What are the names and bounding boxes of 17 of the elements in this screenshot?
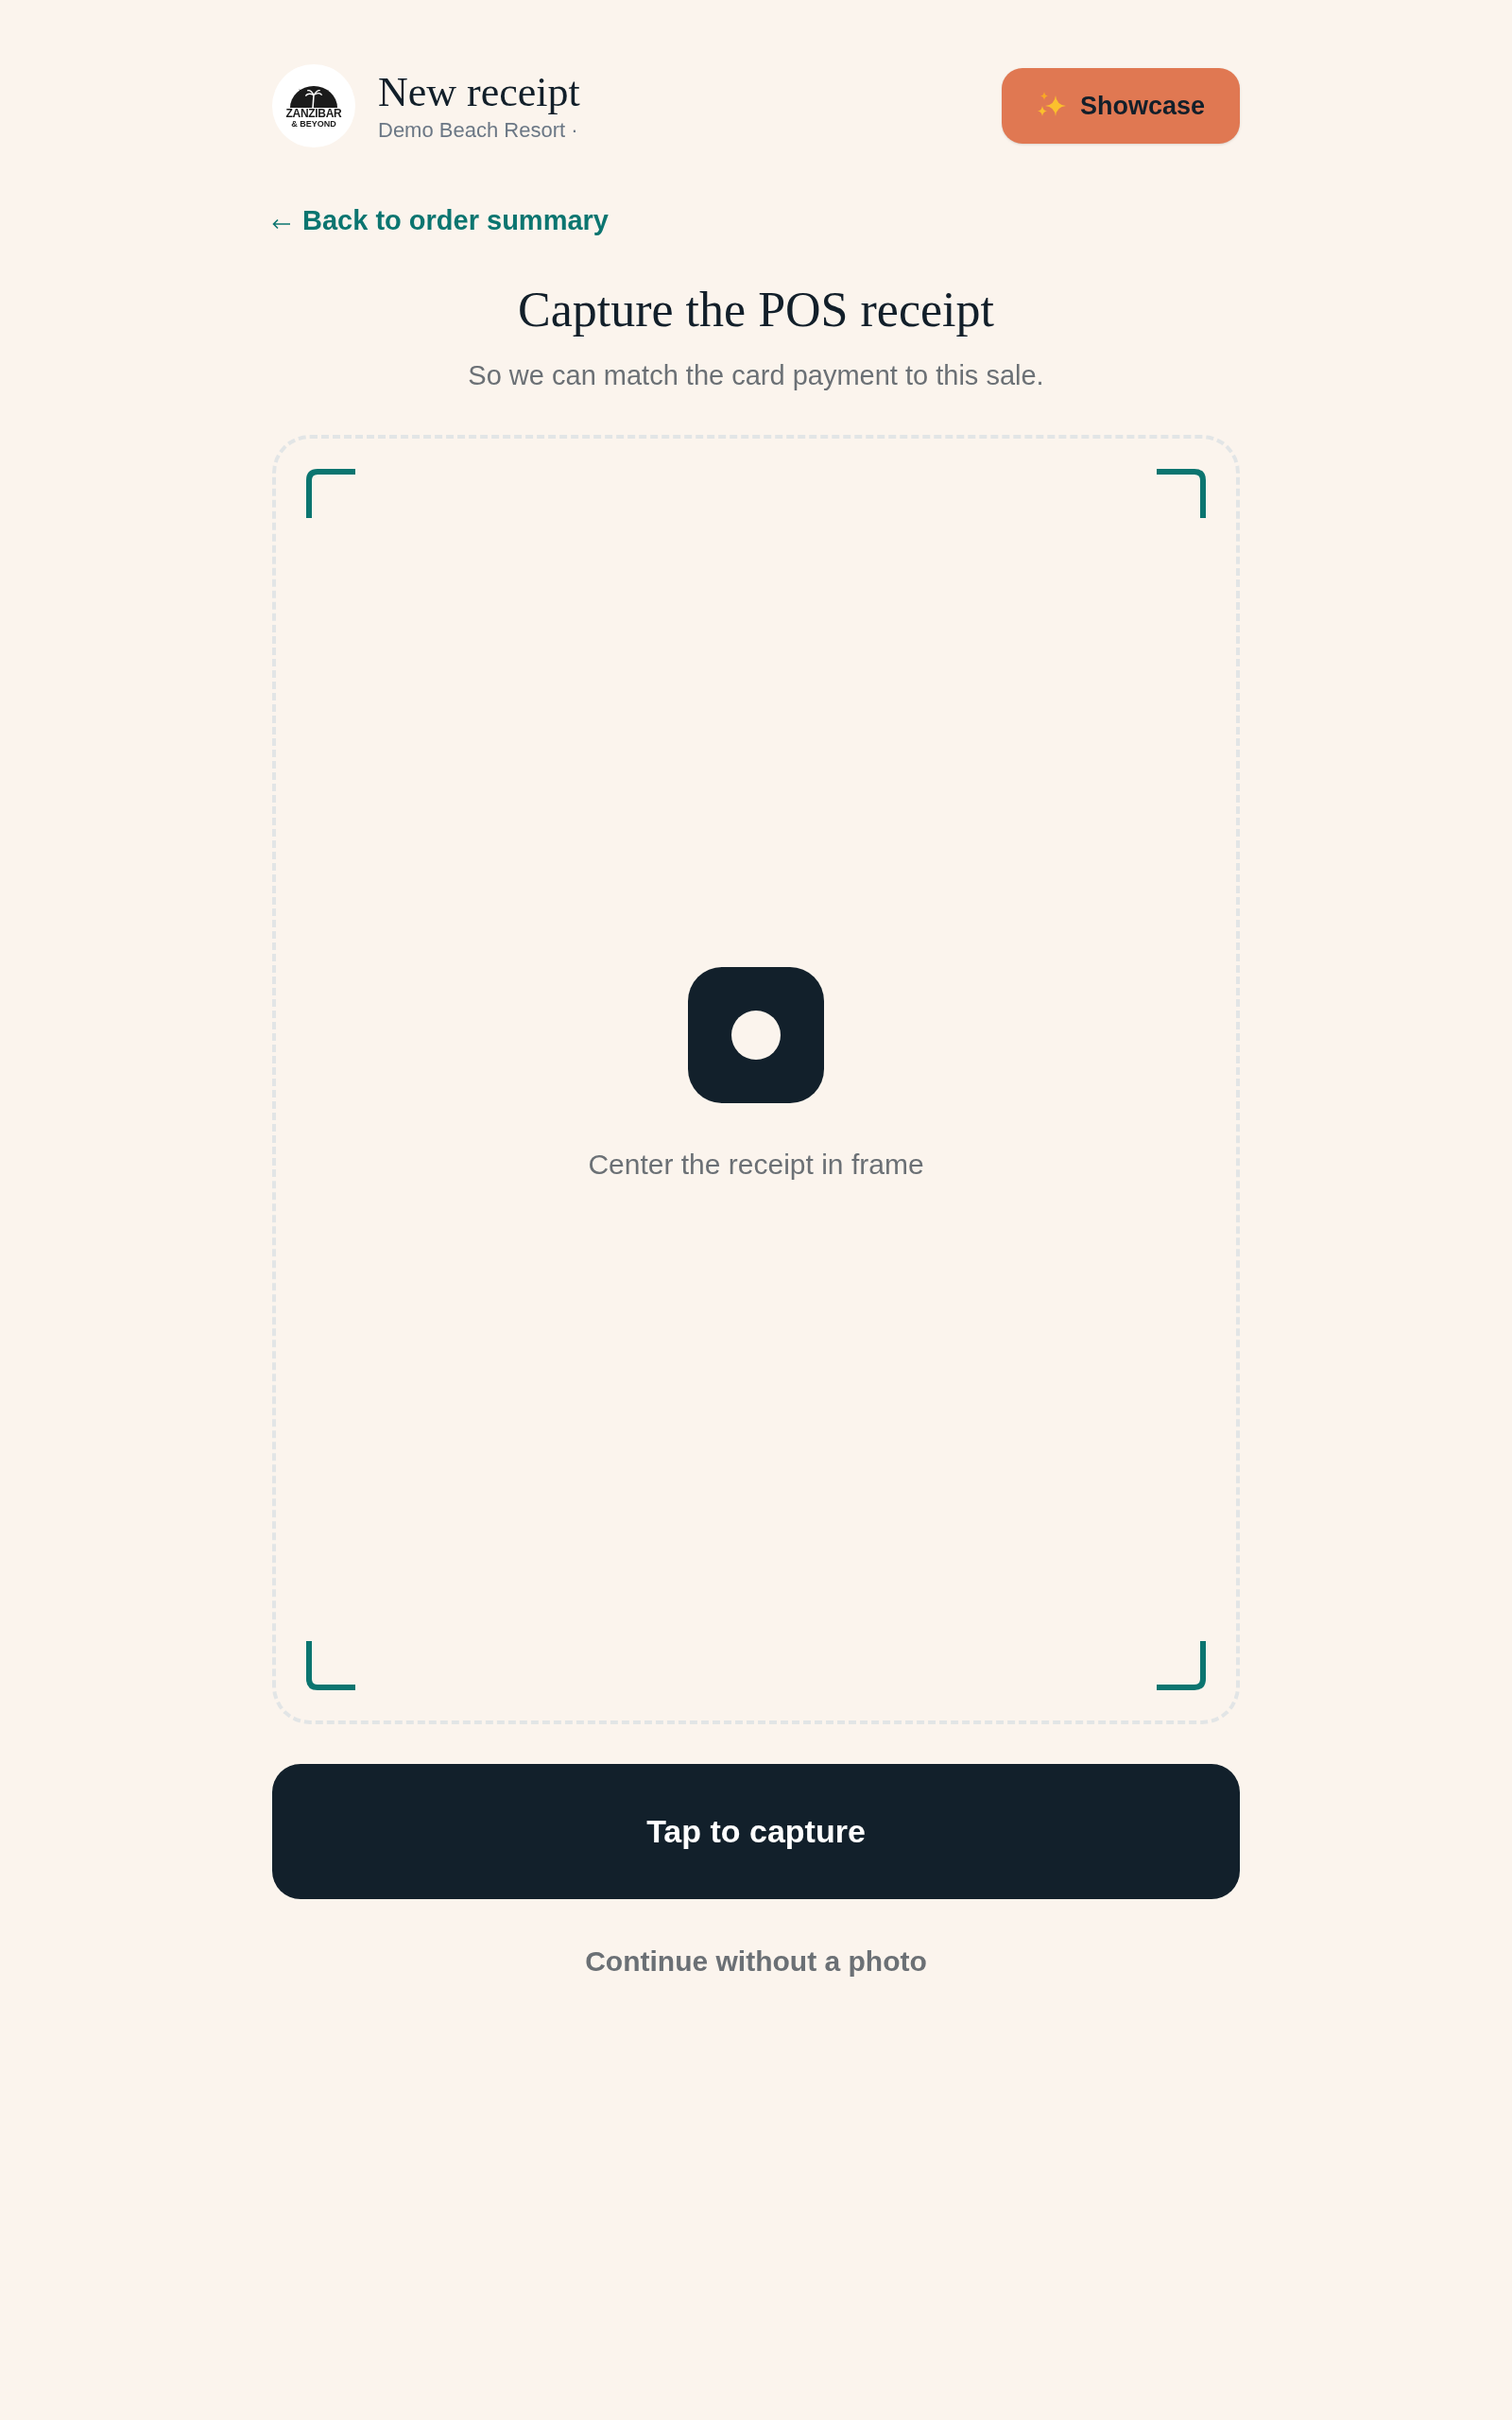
page-title: New receipt — [378, 68, 580, 117]
showcase-button[interactable]: Showcase — [1002, 68, 1240, 144]
viewfinder-hint: Center the receipt in frame — [588, 1147, 924, 1182]
corner-bracket-icon — [306, 469, 355, 518]
continue-without-photo-link[interactable]: Continue without a photo — [585, 1943, 927, 1980]
corner-bracket-icon — [1157, 469, 1206, 518]
corner-bracket-icon — [306, 1641, 355, 1690]
camera-shutter-icon — [688, 966, 824, 1103]
resort-name: Demo Beach Resort · — [378, 117, 579, 144]
logo-text: ZANZIBAR — [285, 107, 342, 119]
logo-text: & BEYOND — [291, 118, 336, 129]
back-link[interactable]: Back to order summary — [272, 201, 609, 239]
arrow-left-icon — [272, 218, 291, 230]
page-heading: Capture the POS receipt — [518, 282, 994, 338]
capture-button[interactable]: Tap to capture — [272, 1764, 1240, 1899]
page-description: So we can match the card payment to this sale. — [468, 359, 1044, 392]
corner-bracket-icon — [1157, 1641, 1206, 1690]
